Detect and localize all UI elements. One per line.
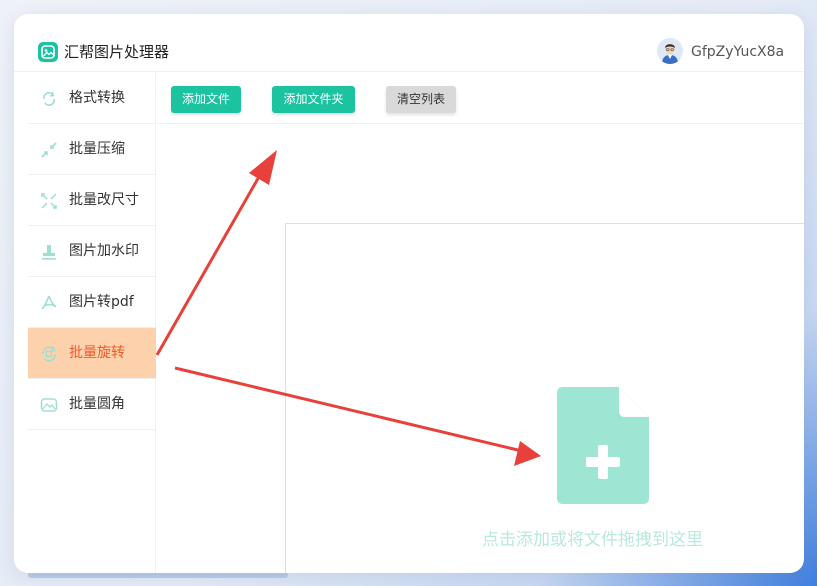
sidebar-item-format-convert[interactable]: 格式转换 — [28, 73, 156, 124]
add-folder-button[interactable]: 添加文件夹 — [272, 86, 355, 113]
sidebar-item-rotate[interactable]: 批量旋转 — [28, 328, 156, 379]
add-file-icon[interactable] — [557, 387, 649, 508]
sidebar-item-resize[interactable]: 批量改尺寸 — [28, 175, 156, 226]
sidebar-item-label: 图片加水印 — [69, 243, 139, 259]
app-logo-icon — [38, 42, 58, 62]
user-avatar[interactable] — [657, 38, 683, 64]
sidebar-item-label: 批量旋转 — [69, 345, 125, 361]
format-convert-icon — [40, 90, 58, 108]
sidebar-item-rounded-corner[interactable]: 批量圆角 — [28, 379, 156, 430]
sidebar-item-label: 格式转换 — [69, 90, 125, 106]
dropzone-hint: 点击添加或将文件拖拽到这里 — [482, 530, 703, 550]
rotate-icon — [40, 345, 58, 363]
clear-list-button[interactable]: 清空列表 — [386, 86, 456, 113]
sidebar-item-label: 批量改尺寸 — [69, 192, 139, 208]
username: GfpZyYucX8a — [691, 44, 785, 60]
title-bar: 汇帮图片处理器 GfpZyYucX8a — [14, 14, 804, 72]
rounded-corner-icon — [40, 396, 58, 414]
file-dropzone[interactable]: 点击添加或将文件拖拽到这里 — [285, 223, 804, 573]
app-window: 汇帮图片处理器 GfpZyYucX8a 格式转换 批量压缩 批量改尺寸 图片加水… — [14, 14, 804, 573]
sidebar-item-label: 批量压缩 — [69, 141, 125, 157]
sidebar: 格式转换 批量压缩 批量改尺寸 图片加水印 图片转pdf 批量旋转 批量圆角 — [28, 73, 156, 573]
toolbar: 添加文件 添加文件夹 清空列表 — [157, 73, 804, 124]
sidebar-item-to-pdf[interactable]: 图片转pdf — [28, 277, 156, 328]
sidebar-item-watermark[interactable]: 图片加水印 — [28, 226, 156, 277]
app-title: 汇帮图片处理器 — [64, 43, 170, 61]
sidebar-item-compress[interactable]: 批量压缩 — [28, 124, 156, 175]
sidebar-item-label: 批量圆角 — [69, 396, 125, 412]
resize-icon — [40, 192, 58, 210]
pdf-icon — [40, 294, 58, 312]
watermark-icon — [40, 243, 58, 261]
add-file-button[interactable]: 添加文件 — [171, 86, 241, 113]
sidebar-item-label: 图片转pdf — [69, 294, 134, 310]
compress-icon — [40, 141, 58, 159]
